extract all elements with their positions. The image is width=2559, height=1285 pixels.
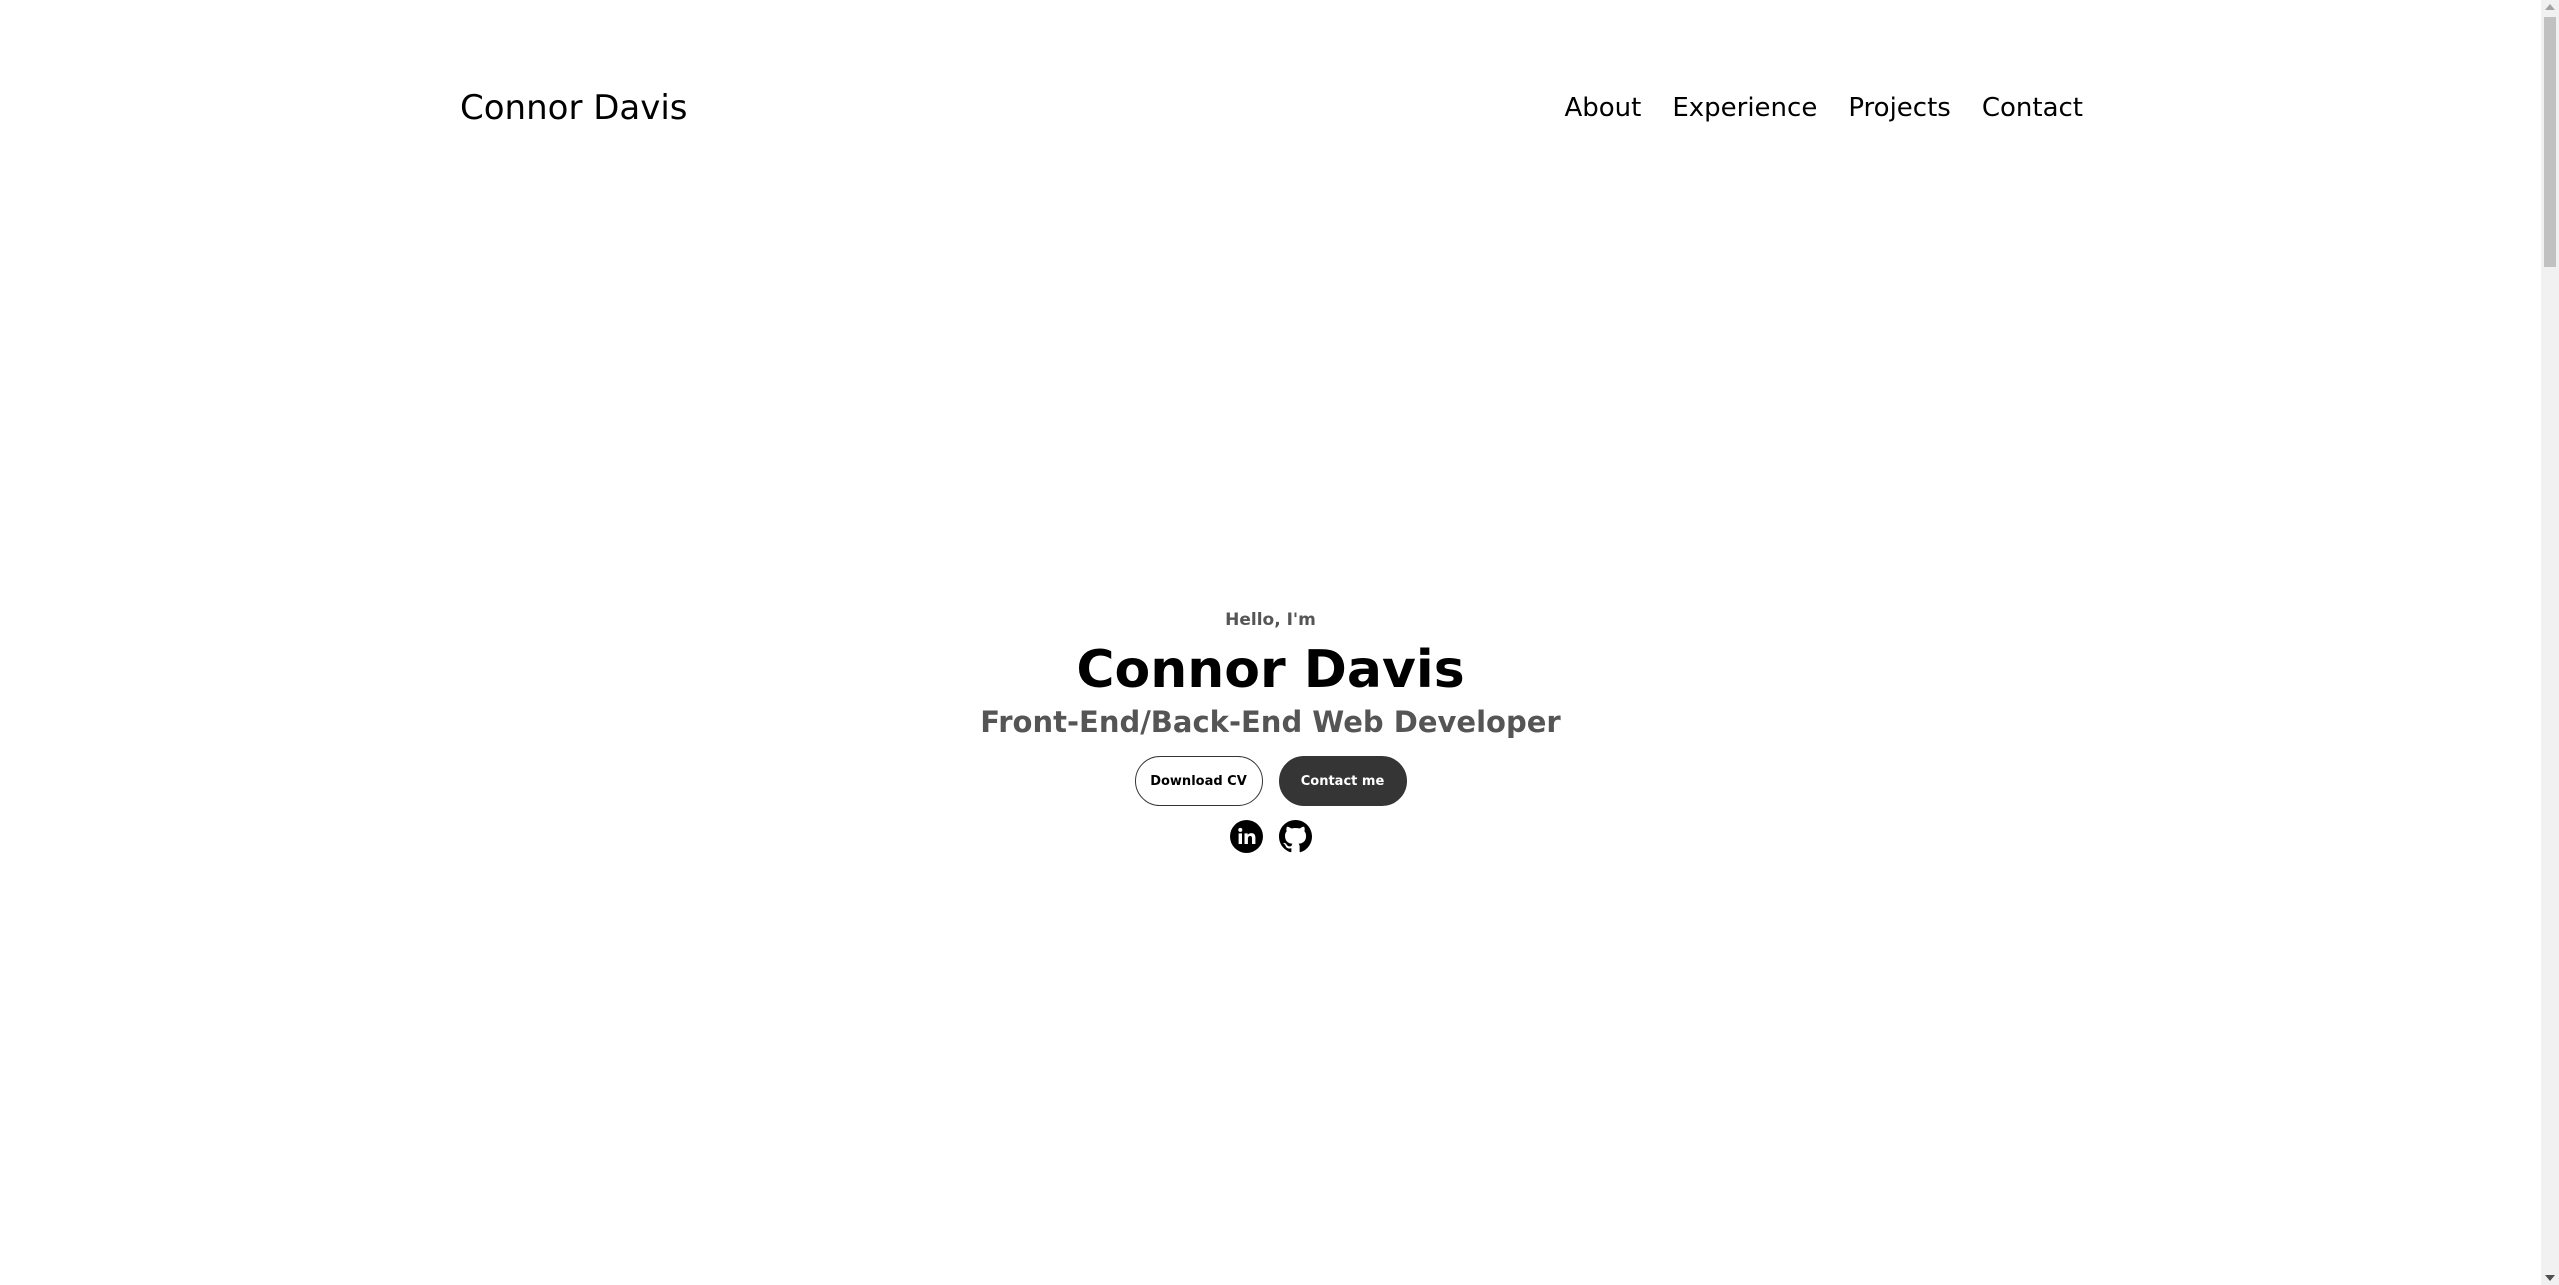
nav-item-about: About — [1564, 89, 1641, 127]
nav-link-contact[interactable]: Contact — [1982, 89, 2083, 127]
nav-links: About Experience Projects Contact — [1564, 89, 2083, 127]
hero-name: Connor Davis — [1076, 640, 1465, 700]
hero-section: Hello, I'm Connor Davis Front-End/Back-E… — [0, 606, 2541, 853]
site-logo[interactable]: Connor Davis — [460, 86, 688, 130]
hero-role: Front-End/Back-End Web Developer — [980, 705, 1561, 739]
social-links — [1229, 820, 1312, 853]
nav-item-experience: Experience — [1672, 89, 1817, 127]
linkedin-icon[interactable] — [1229, 820, 1263, 853]
download-cv-button[interactable]: Download CV — [1134, 756, 1263, 806]
nav-link-experience[interactable]: Experience — [1672, 89, 1817, 127]
github-icon[interactable] — [1278, 820, 1312, 853]
nav-link-about[interactable]: About — [1564, 89, 1641, 127]
vertical-scrollbar[interactable] — [2541, 0, 2559, 1285]
nav-item-contact: Contact — [1982, 89, 2083, 127]
scrollbar-thumb[interactable] — [2544, 17, 2556, 267]
nav-item-projects: Projects — [1848, 89, 1951, 127]
scroll-down-arrow-icon[interactable] — [2545, 1275, 2555, 1281]
hero-buttons: Download CV Contact me — [1134, 756, 1407, 806]
page: Connor Davis About Experience Projects C… — [0, 0, 2559, 1285]
hero-greeting: Hello, I'm — [1225, 610, 1316, 630]
contact-me-button[interactable]: Contact me — [1278, 756, 1407, 806]
scroll-up-arrow-icon[interactable] — [2545, 4, 2555, 10]
nav-link-projects[interactable]: Projects — [1848, 89, 1951, 127]
